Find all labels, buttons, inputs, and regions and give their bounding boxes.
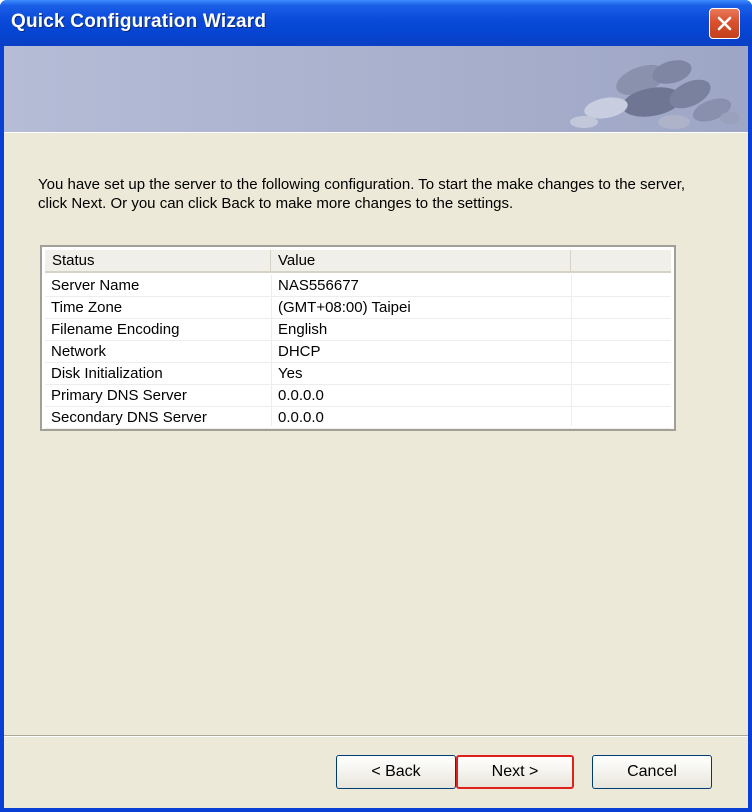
close-icon bbox=[717, 16, 732, 31]
row-status: Filename Encoding bbox=[51, 321, 180, 338]
row-value: NAS556677 bbox=[278, 277, 359, 294]
row-value: 0.0.0.0 bbox=[278, 387, 324, 404]
button-separator bbox=[4, 735, 748, 737]
row-status: Server Name bbox=[51, 277, 140, 294]
row-value: 0.0.0.0 bbox=[278, 409, 324, 426]
table-row[interactable]: Primary DNS Server 0.0.0.0 bbox=[45, 385, 671, 407]
table-row[interactable]: Network DHCP bbox=[45, 341, 671, 363]
row-value: Yes bbox=[278, 365, 303, 382]
table-row[interactable]: Filename Encoding English bbox=[45, 319, 671, 341]
row-status: Network bbox=[51, 343, 107, 360]
row-status: Secondary DNS Server bbox=[51, 409, 207, 426]
table-row[interactable]: Secondary DNS Server 0.0.0.0 bbox=[45, 407, 671, 429]
row-value: (GMT+08:00) Taipei bbox=[278, 299, 411, 316]
table-row[interactable]: Disk Initialization Yes bbox=[45, 363, 671, 385]
table-row[interactable]: Server Name NAS556677 bbox=[45, 275, 671, 297]
row-value: DHCP bbox=[278, 343, 321, 360]
list-body: Server Name NAS556677 Time Zone (GMT+08:… bbox=[45, 275, 671, 429]
table-row[interactable]: Time Zone (GMT+08:00) Taipei bbox=[45, 297, 671, 319]
configuration-list[interactable]: Status Value Server Name NAS556677 Time … bbox=[40, 245, 676, 431]
column-header-status[interactable]: Status bbox=[45, 250, 271, 271]
wizard-client-area: You have set up the server to the follow… bbox=[4, 46, 748, 808]
list-header: Status Value bbox=[45, 250, 671, 273]
row-status: Time Zone bbox=[51, 299, 123, 316]
next-button[interactable]: Next > bbox=[456, 755, 574, 789]
column-header-blank[interactable] bbox=[571, 250, 671, 271]
row-value: English bbox=[278, 321, 328, 338]
wizard-banner bbox=[4, 46, 748, 133]
cancel-button[interactable]: Cancel bbox=[592, 755, 712, 789]
back-button[interactable]: < Back bbox=[336, 755, 456, 789]
row-status: Primary DNS Server bbox=[51, 387, 187, 404]
title-bar[interactable]: Quick Configuration Wizard bbox=[0, 0, 752, 46]
summary-description: You have set up the server to the follow… bbox=[38, 176, 686, 212]
window-title: Quick Configuration Wizard bbox=[11, 11, 267, 32]
column-header-value[interactable]: Value bbox=[271, 250, 571, 271]
bubbles-graphic bbox=[570, 60, 740, 129]
close-button[interactable] bbox=[709, 8, 740, 39]
row-status: Disk Initialization bbox=[51, 365, 163, 382]
wizard-window: Quick Configuration Wizard You have set … bbox=[0, 0, 752, 812]
